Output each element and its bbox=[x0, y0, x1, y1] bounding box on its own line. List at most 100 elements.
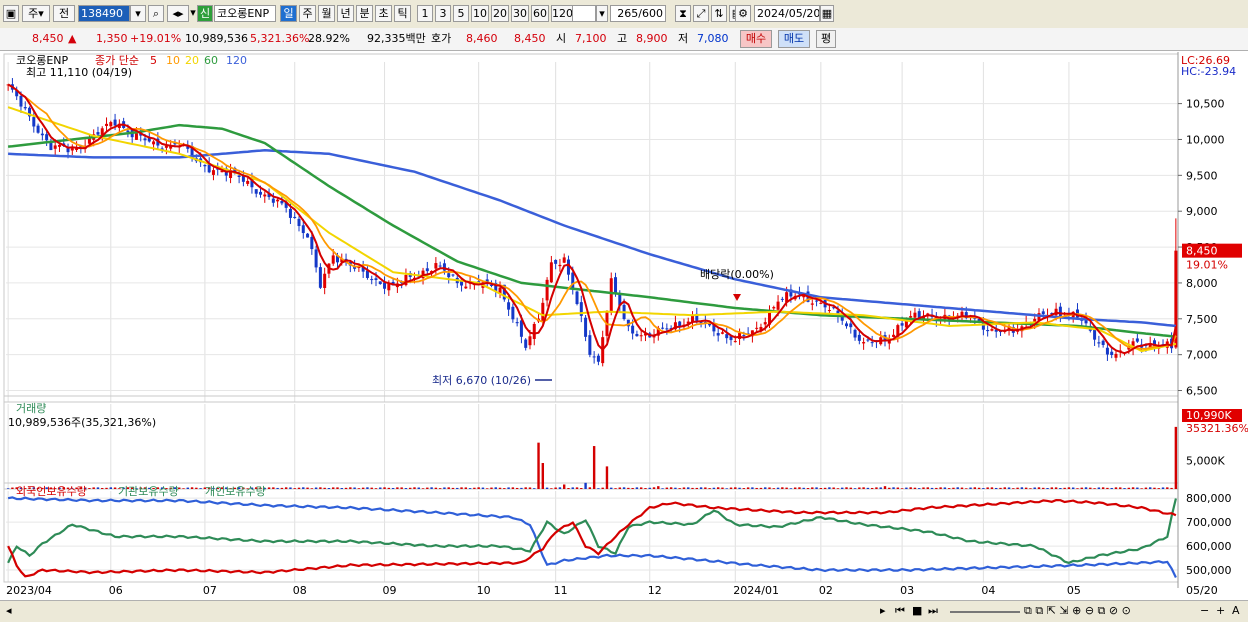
stop-icon[interactable]: ■ bbox=[912, 603, 922, 619]
volume-bar-19 bbox=[88, 488, 91, 489]
candle-body-73 bbox=[318, 267, 322, 288]
volume-bar-186 bbox=[802, 487, 805, 489]
volume-bar-119 bbox=[515, 487, 519, 489]
zoom-minus-icon[interactable]: − bbox=[1200, 603, 1209, 619]
volume-bar-69 bbox=[302, 487, 305, 489]
speaker-icon[interactable]: ◂▸ bbox=[167, 5, 189, 22]
volume-bar-64 bbox=[280, 487, 284, 489]
period-tab-6[interactable]: 틱 bbox=[394, 5, 411, 22]
stock-name-field[interactable]: 코오롱ENP bbox=[214, 5, 276, 22]
volume-bar-167 bbox=[721, 487, 724, 489]
interval-tab-5[interactable]: 30 bbox=[511, 5, 529, 22]
candle-body-11 bbox=[53, 145, 57, 149]
volume-bar-255 bbox=[1097, 487, 1101, 489]
period-tab-0[interactable]: 일 bbox=[280, 5, 297, 22]
candle-body-255 bbox=[1097, 342, 1101, 344]
interval-tab-7[interactable]: 120 bbox=[551, 5, 573, 22]
candle-body-259 bbox=[1114, 353, 1118, 358]
volume-bar-84 bbox=[366, 487, 369, 489]
scroll-right-icon[interactable]: ▸ bbox=[880, 603, 886, 619]
calendar-icon[interactable]: ▦ bbox=[820, 5, 834, 22]
toolbar: ▣ 주▾ 전 138490 ▾ ⌕ ◂▸ ▾ 신 코오롱ENP ▾ 265/60… bbox=[0, 0, 1248, 29]
period-tab-1[interactable]: 주 bbox=[299, 5, 316, 22]
zoom-slider[interactable] bbox=[950, 611, 1020, 613]
expand-icon[interactable]: ⤢ bbox=[693, 5, 709, 22]
code-input[interactable]: 138490 bbox=[78, 5, 130, 22]
candle-body-264 bbox=[1135, 338, 1139, 342]
last-icon[interactable]: ⏭ bbox=[928, 603, 938, 619]
candle-body-168 bbox=[725, 334, 729, 339]
compare-icon[interactable]: ⇅ bbox=[711, 5, 727, 22]
candle-body-62 bbox=[271, 198, 275, 203]
gear-icon[interactable]: ⚙ bbox=[735, 5, 751, 22]
volume-bar-68 bbox=[297, 487, 301, 489]
candle-body-69 bbox=[301, 225, 305, 234]
count-dropdown-icon[interactable]: ▾ bbox=[596, 5, 608, 22]
volume-bar-114 bbox=[494, 487, 497, 489]
candle-body-213 bbox=[917, 311, 921, 318]
volume-bar-74 bbox=[323, 487, 326, 489]
period-select[interactable]: 주▾ bbox=[22, 5, 50, 22]
zoom-plus-icon[interactable]: + bbox=[1216, 603, 1225, 619]
candle-body-175 bbox=[755, 327, 759, 329]
interval-tab-3[interactable]: 10 bbox=[471, 5, 489, 22]
x-label-1: 06 bbox=[109, 584, 123, 597]
scroll-left-icon[interactable]: ◂ bbox=[6, 603, 12, 619]
prev-button[interactable]: 전 bbox=[53, 5, 75, 22]
volume-bar-86 bbox=[374, 488, 378, 489]
candle-body-34 bbox=[152, 141, 156, 145]
font-size-icon[interactable]: A bbox=[1232, 603, 1240, 619]
candle-body-74 bbox=[323, 273, 327, 288]
layout-icon[interactable]: ▣ bbox=[3, 5, 19, 22]
search-icon[interactable]: ⌕ bbox=[148, 5, 164, 22]
volume-bar-139 bbox=[601, 487, 604, 489]
eval-button[interactable]: 평 bbox=[816, 30, 836, 48]
volume-bar-126 bbox=[545, 487, 549, 489]
interval-tab-0[interactable]: 1 bbox=[417, 5, 433, 22]
count-blank[interactable] bbox=[572, 5, 596, 22]
volume-bar-137 bbox=[592, 446, 596, 489]
interval-tab-1[interactable]: 3 bbox=[435, 5, 451, 22]
bottom-bar: ◂ ▸ ⏮ ■ ⏭ ⧉ ⧉ ⇱ ⇲ ⊕ ⊖ ⧉ ⊘ ⊙ − + A bbox=[0, 600, 1248, 622]
volume-bar-226 bbox=[973, 487, 977, 489]
volume-bar-75 bbox=[327, 488, 331, 489]
candle-body-198 bbox=[853, 329, 857, 338]
code-dropdown-icon[interactable]: ▾ bbox=[130, 5, 146, 22]
x-label-9: 02 bbox=[819, 584, 833, 597]
period-tab-2[interactable]: 월 bbox=[318, 5, 335, 22]
period-tab-5[interactable]: 초 bbox=[375, 5, 392, 22]
volume-bar-181 bbox=[781, 487, 784, 489]
volume-bar-128 bbox=[554, 487, 557, 489]
tool-icons[interactable]: ⧉ ⧉ ⇱ ⇲ ⊕ ⊖ ⧉ ⊘ ⊙ bbox=[1024, 603, 1131, 619]
date-field[interactable]: 2024/05/20 bbox=[754, 5, 820, 22]
holding-tick-1: 700,000 bbox=[1186, 516, 1232, 529]
volume-bar-218 bbox=[939, 487, 942, 489]
sell-button[interactable]: 매도 bbox=[778, 30, 810, 48]
candle-icon[interactable]: ⧗ bbox=[675, 5, 691, 22]
candle-body-212 bbox=[913, 312, 917, 318]
candle-body-66 bbox=[288, 208, 292, 218]
candle-body-209 bbox=[900, 323, 904, 326]
period-tab-3[interactable]: 년 bbox=[337, 5, 354, 22]
stock-chart[interactable]: 코오롱ENP 종가 단순 5 10 20 60 120최고 11,110 (04/19)최저… bbox=[0, 52, 1248, 600]
buy-button[interactable]: 매수 bbox=[740, 30, 772, 48]
hc-label: HC:-23.94 bbox=[1181, 65, 1236, 78]
volume-bar-129 bbox=[558, 487, 562, 489]
interval-tab-2[interactable]: 5 bbox=[453, 5, 469, 22]
volume-bar-97 bbox=[421, 488, 425, 489]
volume-bar-136 bbox=[588, 487, 592, 489]
interval-tab-6[interactable]: 60 bbox=[531, 5, 549, 22]
volume-bar-194 bbox=[836, 488, 840, 489]
period-tab-4[interactable]: 분 bbox=[356, 5, 373, 22]
count-field[interactable]: 265/600 bbox=[610, 5, 666, 22]
foreign-line bbox=[7, 498, 1177, 578]
menu-chevron-icon[interactable]: ▾ bbox=[189, 5, 197, 22]
candle-body-87 bbox=[378, 281, 382, 285]
interval-tab-4[interactable]: 20 bbox=[491, 5, 509, 22]
volume-bar-242 bbox=[1042, 487, 1045, 489]
holdings-lines bbox=[7, 496, 1177, 578]
volume-bar-238 bbox=[1024, 487, 1028, 489]
candle-body-167 bbox=[720, 332, 724, 334]
first-icon[interactable]: ⏮ bbox=[895, 603, 905, 619]
candle-body-146 bbox=[631, 325, 635, 334]
